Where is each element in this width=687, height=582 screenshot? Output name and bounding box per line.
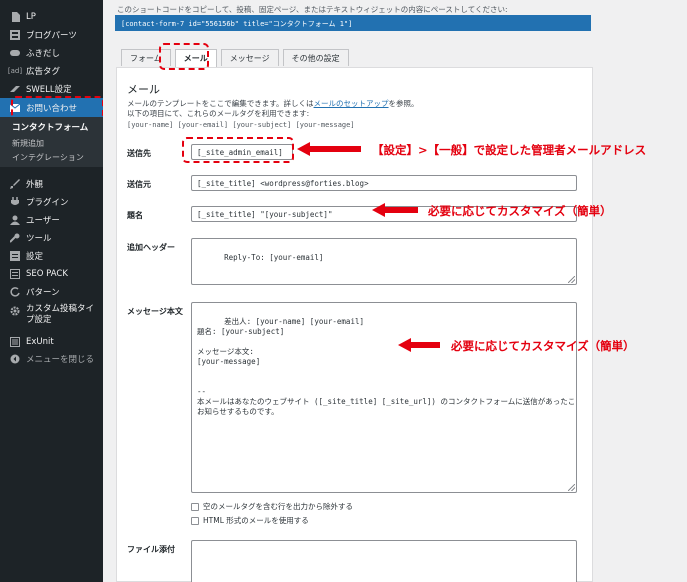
arrow-left-icon [398,338,440,352]
message-body-label: メッセージ本文 [127,307,183,316]
editor-tabs: フォーム メール メッセージ その他の設定 [121,49,349,67]
collapse-icon [8,354,22,364]
tab-additional-settings[interactable]: その他の設定 [282,49,349,66]
message-body-annotation: 必要に応じてカスタマイズ（簡単） [451,339,635,353]
contact-menu-highlight [11,96,104,119]
main-content: このショートコードをコピーして、投稿、固定ページ、またはテキストウィジェットの内… [103,0,687,582]
speech-bubble-icon [8,49,22,58]
sidebar-item-label: プラグイン [26,198,69,208]
subject-label: 題名 [127,211,143,220]
submenu-integration[interactable]: インテグレーション [0,152,103,163]
sidebar-item-label: メニューを閉じる [26,355,95,365]
settings-icon [8,251,22,261]
page-icon [8,12,22,22]
from-input[interactable]: [_site_title] <wordpress@forties.blog> [191,175,577,191]
sidebar-collapse-menu[interactable]: メニューを閉じる [0,350,103,368]
sidebar-item-patterns[interactable]: パターン [0,283,103,301]
tab-messages[interactable]: メッセージ [220,49,279,66]
brush-icon [8,179,22,189]
additional-headers-value: Reply-To: [your-email] [224,253,324,262]
submenu-add-new[interactable]: 新規追加 [0,138,103,149]
to-field-annotation: 【設定】>【一般】で設定した管理者メールアドレス [372,143,647,157]
plugin-icon [8,197,22,207]
mail-tags-list: [your-name] [your-email] [your-subject] … [127,121,355,129]
panel-title: メール [127,83,160,96]
sidebar-item-tools[interactable]: ツール [0,229,103,247]
ad-tag-icon: [ad] [7,67,23,75]
message-body-value: 差出人: [your-name] [your-email] 題名: [your-… [197,317,577,416]
use-html-checkbox-row[interactable]: HTML 形式のメールを使用する [191,515,309,526]
sidebar-item-label: カスタム投稿タイプ設定 [26,304,95,325]
blog-parts-icon [8,30,22,40]
submenu-contact-forms[interactable]: コンタクトフォーム [0,121,103,133]
sidebar-item-label: SWELL設定 [26,85,72,95]
sidebar-item-label: 広告タグ [26,67,61,77]
sidebar-item-label: パターン [26,288,60,298]
resize-handle[interactable] [568,484,575,491]
shortcode-field[interactable]: [contact-form-7 id="556156b" title="コンタク… [115,15,591,31]
description-text: を参照。 [388,99,419,108]
sidebar-item-seo-pack[interactable]: SEO PACK [0,265,103,283]
sidebar-item-label: ユーザー [26,216,60,226]
admin-sidebar: LP ブログパーツ ふきだし [ad] 広告タグ SWELL設定 お問い合わせ … [0,0,104,582]
message-body-textarea[interactable]: 差出人: [your-name] [your-email] 題名: [your-… [191,302,577,493]
additional-headers-textarea[interactable]: Reply-To: [your-email] [191,238,577,285]
sidebar-item-plugins[interactable]: プラグイン [0,193,103,211]
description-text: 以下の項目にて、これらのメールタグを利用できます: [127,109,310,118]
sidebar-item-appearance[interactable]: 外観 [0,175,103,193]
sidebar-item-label: ふきだし [26,49,61,59]
exclude-blank-checkbox-row[interactable]: 空のメールタグを含む行を出力から除外する [191,501,353,512]
sidebar-item-users[interactable]: ユーザー [0,211,103,229]
attachments-label: ファイル添付 [127,545,175,554]
sidebar-item-label: 設定 [26,252,44,262]
arrow-left-icon [297,142,361,156]
wrench-icon [8,233,22,243]
sidebar-item-ad-tag[interactable]: [ad] 広告タグ [0,62,103,80]
to-label: 送信先 [127,149,151,158]
description-text: メールのテンプレートをここで編集できます。詳しくは [127,99,314,108]
sidebar-item-label: 外観 [26,180,44,190]
sidebar-item-exunit[interactable]: ExUnit [0,333,103,351]
use-html-checkbox[interactable] [191,516,199,525]
seo-icon [8,269,22,279]
mail-tab-highlight [159,43,209,70]
from-label: 送信元 [127,180,151,189]
user-icon [8,215,22,225]
pattern-icon [8,287,22,297]
shortcode-instruction: このショートコードをコピーして、投稿、固定ページ、またはテキストウィジェットの内… [117,5,508,14]
swell-icon [8,84,22,94]
exclude-blank-label: 空のメールタグを含む行を出力から除外する [203,502,353,511]
panel-description: メールのテンプレートをここで編集できます。詳しくはメールのセットアップを参照。 … [127,99,419,119]
sidebar-item-custom-post-type[interactable]: カスタム投稿タイプ設定 [0,304,103,330]
attachments-textarea[interactable] [191,540,577,582]
sidebar-item-settings[interactable]: 設定 [0,247,103,265]
exunit-icon [8,337,22,347]
use-html-label: HTML 形式のメールを使用する [203,516,309,525]
gear-icon [8,306,22,316]
exclude-blank-checkbox[interactable] [191,502,199,511]
sidebar-item-label: SEO PACK [26,269,68,279]
additional-headers-label: 追加ヘッダー [127,243,175,252]
sidebar-item-speech-bubble[interactable]: ふきだし [0,44,103,62]
sidebar-item-lp[interactable]: LP [0,8,103,26]
arrow-left-icon [372,203,418,217]
resize-handle[interactable] [568,276,575,283]
mail-setup-link[interactable]: メールのセットアップ [314,99,389,108]
subject-annotation: 必要に応じてカスタマイズ（簡単） [428,204,612,218]
to-field-highlight [182,137,294,163]
sidebar-item-label: LP [26,12,36,22]
sidebar-item-label: ExUnit [26,337,54,347]
sidebar-item-blog-parts[interactable]: ブログパーツ [0,26,103,44]
sidebar-item-label: ブログパーツ [26,31,77,41]
sidebar-item-label: ツール [26,234,52,244]
